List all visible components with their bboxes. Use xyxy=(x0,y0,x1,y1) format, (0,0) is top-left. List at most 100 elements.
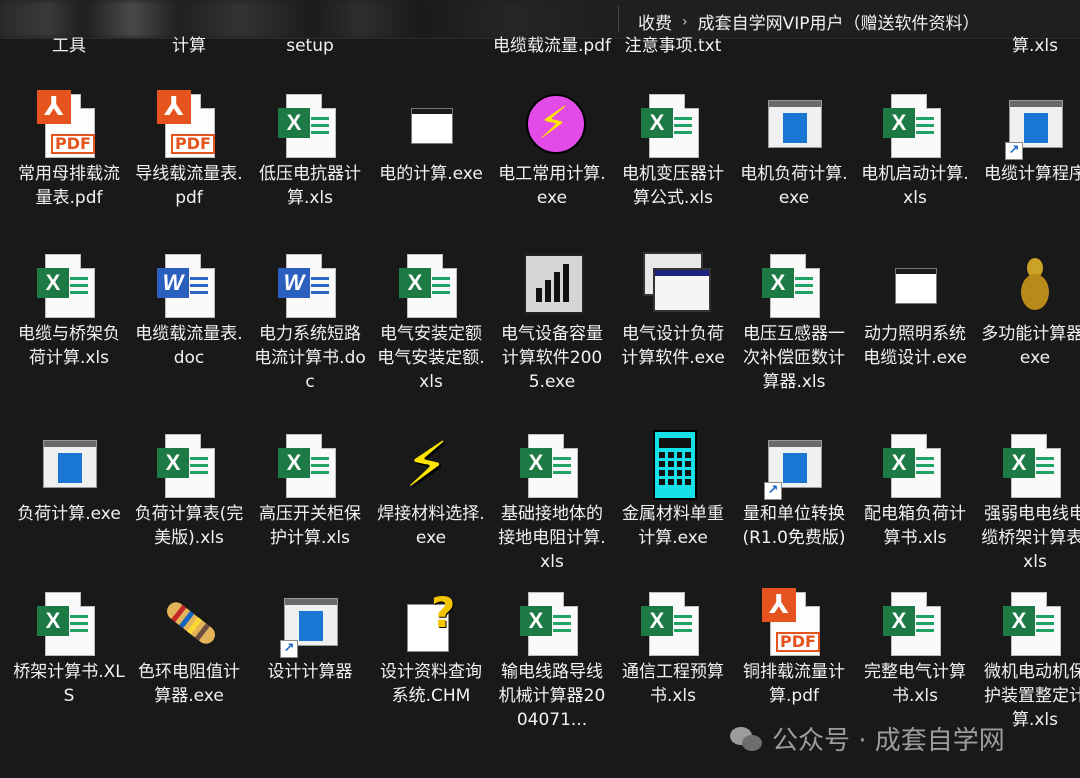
wechat-icon xyxy=(730,725,764,753)
file-label: 基础接地体的接地电阻计算.xls xyxy=(498,504,606,572)
chevron-right-icon: › xyxy=(682,13,688,30)
application-icon xyxy=(399,90,463,162)
word-file-icon: W xyxy=(278,250,342,322)
file-item[interactable]: 电气设备容量计算软件2005.exe xyxy=(493,250,611,394)
file-label: 强弱电电线电缆桥架计算表.xls xyxy=(981,504,1080,572)
excel-file-icon: X xyxy=(37,588,101,660)
file-label: 色环电阻值计算器.exe xyxy=(138,662,240,706)
breadcrumb-item-2[interactable]: 成套自学网VIP用户（赠送软件资料） xyxy=(698,9,980,34)
file-item[interactable]: X 电机启动计算.xls xyxy=(856,90,974,210)
excel-file-icon: X xyxy=(883,588,947,660)
file-item[interactable]: 多功能计算器.exe xyxy=(976,250,1080,370)
file-label: 输电线路导线机械计算器2004071... xyxy=(498,662,606,730)
file-item[interactable]: 负荷计算.exe xyxy=(10,430,128,526)
file-item[interactable]: 电的计算.exe xyxy=(372,90,490,186)
file-item[interactable]: X 电缆与桥架负荷计算.xls xyxy=(10,250,128,370)
file-label: 焊接材料选择.exe xyxy=(377,504,485,548)
file-item[interactable]: X 输电线路导线机械计算器2004071... xyxy=(493,588,611,732)
file-label: 量和单位转换(R1.0免费版) xyxy=(742,504,846,548)
file-item[interactable]: 动力照明系统电缆设计.exe xyxy=(856,250,974,370)
pdf-file-icon: ⅄ PDF xyxy=(37,90,101,162)
file-label: 设计计算器 xyxy=(267,662,353,682)
shortcut-icon: ↗ xyxy=(1003,90,1067,162)
file-item[interactable]: X 微机电动机保护装置整定计算.xls xyxy=(976,588,1080,732)
file-label-partial[interactable]: 工具 xyxy=(10,34,128,58)
excel-file-icon: X xyxy=(520,430,584,502)
file-label: 电机负荷计算.exe xyxy=(740,164,848,208)
file-item[interactable]: ↗ 量和单位转换(R1.0免费版) xyxy=(735,430,853,550)
breadcrumb-item-1[interactable]: 收费 xyxy=(638,9,672,34)
file-item[interactable]: X 桥架计算书.XLS xyxy=(10,588,128,708)
file-label: 电气设计负荷计算软件.exe xyxy=(621,324,725,368)
pdf-file-icon: ⅄ PDF xyxy=(157,90,221,162)
file-item[interactable]: X 高压开关柜保护计算.xls xyxy=(251,430,369,550)
file-item[interactable]: X 电气安装定额电气安装定额.xls xyxy=(372,250,490,394)
file-label-partial[interactable]: 算.xls xyxy=(976,34,1080,58)
bar-chart-app-icon xyxy=(520,250,584,322)
excel-file-icon: X xyxy=(883,90,947,162)
file-item[interactable]: 电机负荷计算.exe xyxy=(735,90,853,210)
file-label: 导线载流量表.pdf xyxy=(135,164,243,208)
excel-file-icon: X xyxy=(641,90,705,162)
file-item[interactable]: ⅄ PDF 导线载流量表.pdf xyxy=(130,90,248,210)
file-item[interactable]: X 电机变压器计算公式.xls xyxy=(614,90,732,210)
file-label-partial[interactable]: 注意事项.txt xyxy=(614,34,732,58)
file-label: 电气设备容量计算软件2005.exe xyxy=(501,324,603,392)
excel-file-icon: X xyxy=(278,430,342,502)
excel-file-icon: X xyxy=(762,250,826,322)
file-label: 电的计算.exe xyxy=(379,164,483,184)
file-label: 配电箱负荷计算书.xls xyxy=(864,504,966,548)
file-item[interactable]: ⅄ PDF 铜排载流量计算.pdf xyxy=(735,588,853,708)
file-item[interactable]: X 通信工程预算书.xls xyxy=(614,588,732,708)
help-file-icon: ? xyxy=(399,588,463,660)
file-label: 电工常用计算.exe xyxy=(498,164,606,208)
pdf-file-icon: ⅄ PDF xyxy=(762,588,826,660)
file-item[interactable]: ⅄ PDF 常用母排载流量表.pdf xyxy=(10,90,128,210)
file-item[interactable]: ↗ 设计计算器 xyxy=(251,588,369,684)
file-label: 负荷计算表(完美版).xls xyxy=(134,504,244,548)
file-item[interactable]: 色环电阻值计算器.exe xyxy=(130,588,248,708)
excel-file-icon: X xyxy=(883,430,947,502)
word-file-icon: W xyxy=(157,250,221,322)
file-item[interactable]: X 电压互感器一次补偿匝数计算器.xls xyxy=(735,250,853,394)
breadcrumb: 收费 › 成套自学网VIP用户（赠送软件资料） xyxy=(638,9,980,35)
dual-window-app-icon xyxy=(641,250,711,322)
file-label: 设计资料查询系统.CHM xyxy=(380,662,482,706)
file-item[interactable]: X 基础接地体的接地电阻计算.xls xyxy=(493,430,611,574)
excel-file-icon: X xyxy=(399,250,463,322)
application-window-icon xyxy=(762,90,826,162)
file-item[interactable]: X 配电箱负荷计算书.xls xyxy=(856,430,974,550)
file-label: 电气安装定额电气安装定额.xls xyxy=(377,324,485,392)
file-label-partial[interactable]: setup xyxy=(251,34,369,58)
excel-file-icon: X xyxy=(1003,588,1067,660)
shortcut-icon: ↗ xyxy=(278,588,342,660)
excel-file-icon: X xyxy=(520,588,584,660)
file-item[interactable]: X 强弱电电线电缆桥架计算表.xls xyxy=(976,430,1080,574)
file-label: 多功能计算器.exe xyxy=(981,324,1080,368)
file-item[interactable]: ⚡ 电工常用计算.exe xyxy=(493,90,611,210)
file-label: 电缆与桥架负荷计算.xls xyxy=(18,324,120,368)
file-label: 电缆计算程序 xyxy=(984,164,1080,184)
file-item[interactable]: ? 设计资料查询系统.CHM xyxy=(372,588,490,708)
file-item[interactable]: ⚡ 焊接材料选择.exe xyxy=(372,430,490,550)
file-item[interactable]: 电气设计负荷计算软件.exe xyxy=(614,250,732,370)
file-item[interactable]: 金属材料单重计算.exe xyxy=(614,430,732,550)
application-window-icon xyxy=(37,430,101,502)
file-item[interactable]: X 低压电抗器计算.xls xyxy=(251,90,369,210)
file-item[interactable]: W 电力系统短路电流计算书.doc xyxy=(251,250,369,394)
file-item[interactable]: W 电缆载流量表.doc xyxy=(130,250,248,370)
file-label-partial[interactable]: 电缆载流量.pdf xyxy=(493,34,611,58)
file-label: 通信工程预算书.xls xyxy=(622,662,724,706)
file-label-partial[interactable]: 计算 xyxy=(130,34,248,58)
file-label: 负荷计算.exe xyxy=(17,504,121,524)
file-label: 金属材料单重计算.exe xyxy=(622,504,724,548)
file-item[interactable]: X 完整电气计算书.xls xyxy=(856,588,974,708)
file-label: 电力系统短路电流计算书.doc xyxy=(254,324,366,392)
file-item[interactable]: X 负荷计算表(完美版).xls xyxy=(130,430,248,550)
lightning-bolt-icon: ⚡ xyxy=(405,428,449,501)
file-item[interactable]: ↗ 电缆计算程序 xyxy=(976,90,1080,186)
watermark: 公众号 · 成套自学网 xyxy=(730,720,1005,757)
file-label: 完整电气计算书.xls xyxy=(864,662,966,706)
shortcut-icon: ↗ xyxy=(762,430,826,502)
file-label: 电缆载流量表.doc xyxy=(135,324,243,368)
